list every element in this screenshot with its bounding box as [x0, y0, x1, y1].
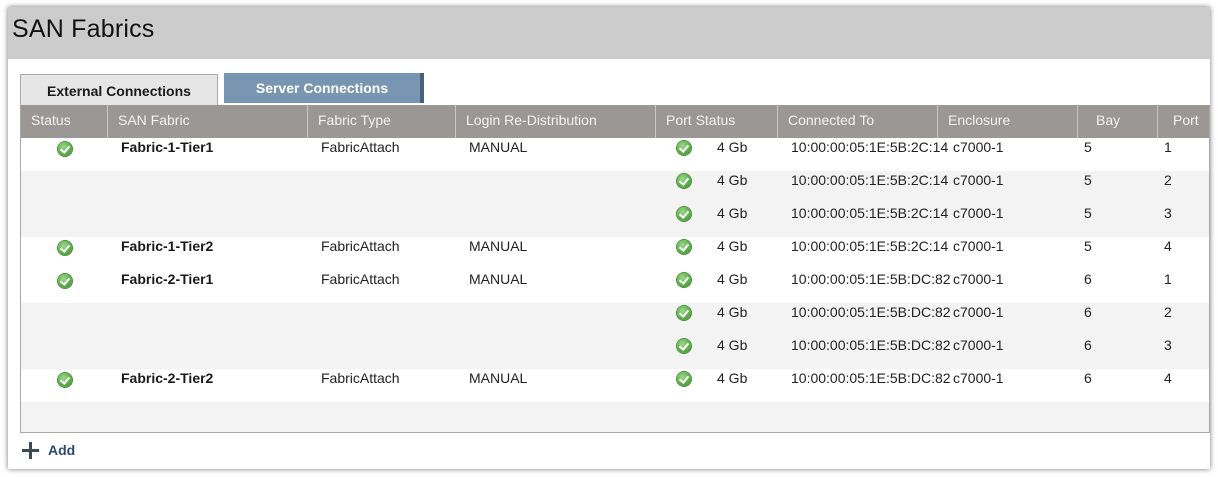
cell-connected-to: 10:00:00:05:1E:5B:2C:14	[791, 205, 949, 221]
table-row[interactable]: 4 Gb 10:00:00:05:1E:5B:DC:82 c7000-1 6 2	[21, 303, 1209, 336]
port-status-ok-icon	[677, 207, 691, 221]
cell-port: 1	[1164, 139, 1172, 155]
page-title: SAN Fabrics	[12, 15, 155, 43]
cell-san-fabric: Fabric-1-Tier2	[121, 238, 214, 254]
cell-san-fabric: Fabric-2-Tier2	[121, 370, 214, 386]
cell-bay: 5	[1084, 139, 1092, 155]
cell-connected-to: 10:00:00:05:1E:5B:DC:82	[791, 304, 951, 320]
cell-bay: 5	[1084, 172, 1092, 188]
cell-port: 4	[1164, 238, 1172, 254]
cell-fabric-type: FabricAttach	[321, 139, 400, 155]
cell-san-fabric: Fabric-2-Tier1	[121, 271, 214, 287]
cell-enclosure: c7000-1	[953, 139, 1004, 155]
cell-login-redistribution: MANUAL	[469, 139, 528, 155]
cell-enclosure: c7000-1	[953, 271, 1004, 287]
cell-port: 2	[1164, 172, 1172, 188]
status-ok-icon	[58, 274, 72, 288]
port-status-ok-icon	[677, 339, 691, 353]
cell-connected-to: 10:00:00:05:1E:5B:2C:14	[791, 172, 949, 188]
cell-san-fabric: Fabric-1-Tier1	[121, 139, 214, 155]
tab-label: External Connections	[47, 83, 191, 99]
title-bar: SAN Fabrics	[8, 7, 1210, 59]
cell-connected-to: 10:00:00:05:1E:5B:2C:14	[791, 139, 949, 155]
table-row[interactable]: Fabric-1-Tier1 FabricAttach MANUAL 4 Gb 10:0…	[21, 138, 1209, 171]
cell-enclosure: c7000-1	[953, 205, 1004, 221]
cell-login-redistribution: MANUAL	[469, 271, 528, 287]
port-status-ok-icon	[677, 372, 691, 386]
cell-port: 3	[1164, 337, 1172, 353]
table-row[interactable]: Fabric-2-Tier2 FabricAttach MANUAL 4 Gb 10:0…	[21, 369, 1209, 402]
cell-fabric-type: FabricAttach	[321, 238, 400, 254]
tab-label: Server Connections	[255, 80, 389, 96]
san-fabrics-panel: SAN Fabrics External Connections Server …	[8, 7, 1210, 469]
cell-port-status: 4 Gb	[717, 238, 748, 254]
table-row[interactable]: Fabric-2-Tier1 FabricAttach MANUAL 4 Gb 10:0…	[21, 270, 1209, 303]
cell-bay: 6	[1084, 304, 1092, 320]
cell-bay: 5	[1084, 205, 1092, 221]
cell-port-status: 4 Gb	[717, 271, 748, 287]
cell-bay: 6	[1084, 337, 1092, 353]
cell-port-status: 4 Gb	[717, 139, 748, 155]
san-fabrics-table: Status SAN Fabric Fabric Type Login Re-D…	[20, 105, 1210, 433]
cell-enclosure: c7000-1	[953, 172, 1004, 188]
cell-login-redistribution: MANUAL	[469, 238, 528, 254]
cell-fabric-type: FabricAttach	[321, 271, 400, 287]
cell-port: 1	[1164, 271, 1172, 287]
cell-enclosure: c7000-1	[953, 238, 1004, 254]
cell-port: 2	[1164, 304, 1172, 320]
status-ok-icon	[58, 241, 72, 255]
cell-bay: 6	[1084, 271, 1092, 287]
cell-login-redistribution: MANUAL	[469, 370, 528, 386]
cell-connected-to: 10:00:00:05:1E:5B:DC:82	[791, 271, 951, 287]
status-ok-icon	[58, 373, 72, 387]
cell-port-status: 4 Gb	[717, 205, 748, 221]
port-status-ok-icon	[677, 174, 691, 188]
cell-enclosure: c7000-1	[953, 337, 1004, 353]
port-status-ok-icon	[677, 273, 691, 287]
cell-port-status: 4 Gb	[717, 337, 748, 353]
cell-connected-to: 10:00:00:05:1E:5B:DC:82	[791, 370, 951, 386]
cell-connected-to: 10:00:00:05:1E:5B:2C:14	[791, 238, 949, 254]
port-status-ok-icon	[677, 240, 691, 254]
tab-external-connections[interactable]: External Connections	[20, 74, 218, 105]
cell-enclosure: c7000-1	[953, 370, 1004, 386]
cell-port: 4	[1164, 370, 1172, 386]
add-label: Add	[48, 442, 76, 458]
table-row[interactable]: 4 Gb 10:00:00:05:1E:5B:2C:14 c7000-1 5 2	[21, 171, 1209, 204]
tab-server-connections[interactable]: Server Connections	[224, 73, 424, 103]
port-status-ok-icon	[677, 141, 691, 155]
column-header-status[interactable]: Status	[21, 105, 103, 138]
column-header-port-status[interactable]: Port Status	[655, 105, 777, 138]
status-ok-icon	[58, 142, 72, 156]
cell-fabric-type: FabricAttach	[321, 370, 400, 386]
cell-bay: 5	[1084, 238, 1092, 254]
cell-port: 3	[1164, 205, 1172, 221]
cell-port-status: 4 Gb	[717, 304, 748, 320]
plus-icon	[22, 442, 39, 459]
cell-bay: 6	[1084, 370, 1092, 386]
cell-port-status: 4 Gb	[717, 172, 748, 188]
port-status-ok-icon	[677, 306, 691, 320]
cell-connected-to: 10:00:00:05:1E:5B:DC:82	[791, 337, 951, 353]
cell-enclosure: c7000-1	[953, 304, 1004, 320]
cell-port-status: 4 Gb	[717, 370, 748, 386]
